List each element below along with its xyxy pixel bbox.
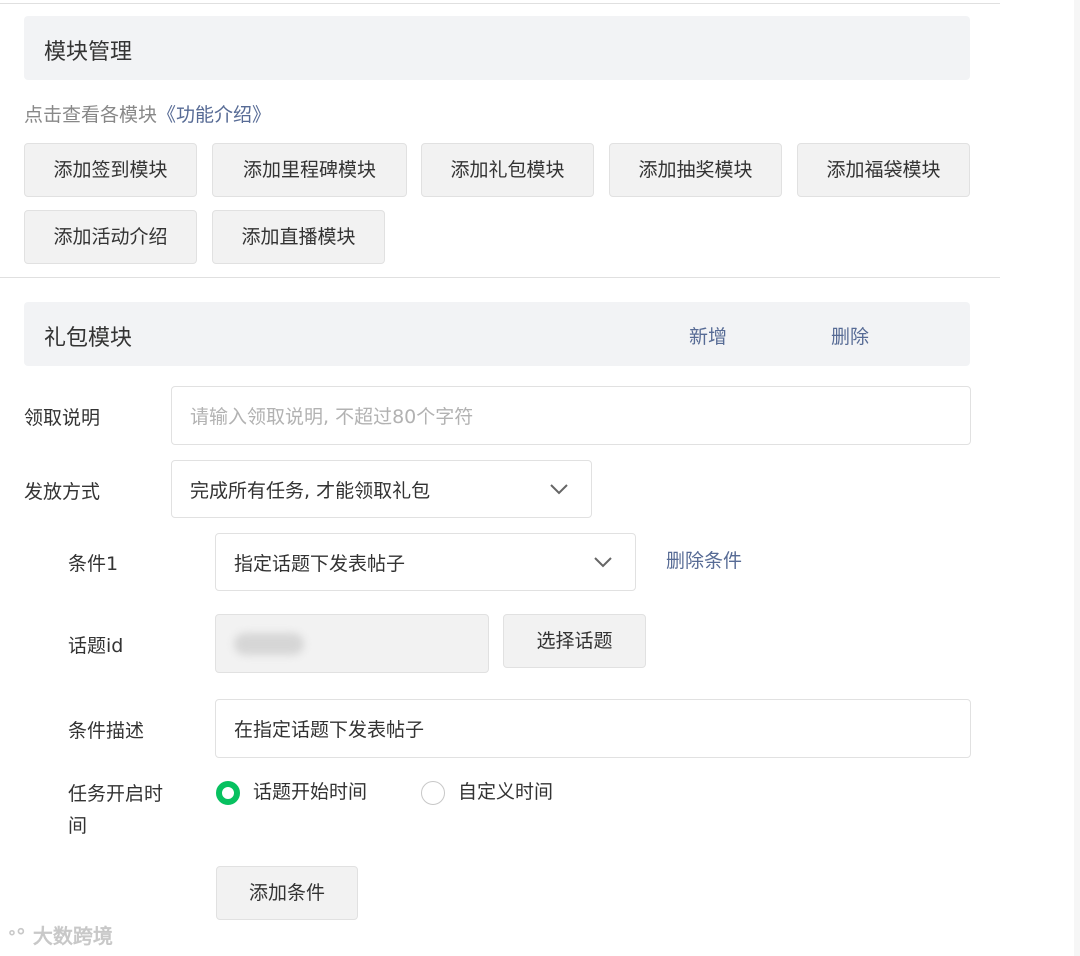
- top-divider: [0, 3, 1000, 4]
- blurred-topic-id: [234, 632, 304, 655]
- add-live-module-button[interactable]: 添加直播模块: [212, 210, 385, 264]
- gift-module-header: 礼包模块 新增 删除: [24, 302, 970, 366]
- add-milestone-module-button[interactable]: 添加里程碑模块: [212, 143, 407, 197]
- distribution-value: 完成所有任务, 才能领取礼包: [190, 479, 431, 502]
- watermark: ᐤ° 大数跨境: [8, 920, 113, 949]
- add-gift-button[interactable]: 新增: [689, 322, 727, 349]
- add-lucky-bag-module-button[interactable]: 添加福袋模块: [797, 143, 970, 197]
- module-management-header: 模块管理: [24, 16, 970, 80]
- module-hint-text: 点击查看各模块: [24, 104, 158, 126]
- condition-desc-value: 在指定话题下发表帖子: [234, 719, 425, 741]
- module-management-title: 模块管理: [44, 40, 133, 65]
- add-lottery-module-button[interactable]: 添加抽奖模块: [609, 143, 782, 197]
- distribution-label: 发放方式: [24, 481, 101, 503]
- claim-desc-placeholder: 请输入领取说明, 不超过80个字符: [190, 406, 474, 428]
- chevron-down-icon: [550, 484, 568, 495]
- topic-id-input: [215, 614, 489, 673]
- custom-time-label[interactable]: 自定义时间: [458, 776, 553, 808]
- watermark-logo-icon: ᐤ°: [8, 924, 26, 948]
- section-divider: [0, 277, 1000, 278]
- topic-start-time-label[interactable]: 话题开始时间: [253, 776, 367, 808]
- chevron-down-icon: [594, 557, 612, 568]
- condition-type-value: 指定话题下发表帖子: [234, 552, 406, 575]
- start-time-label: 任务开启时间: [68, 783, 164, 837]
- delete-condition-link[interactable]: 删除条件: [666, 546, 742, 573]
- condition-desc-input[interactable]: 在指定话题下发表帖子: [215, 699, 971, 758]
- claim-desc-input[interactable]: 请输入领取说明, 不超过80个字符: [171, 386, 971, 445]
- topic-id-label: 话题id: [68, 635, 124, 657]
- gift-module-title: 礼包模块: [44, 326, 133, 351]
- scrollbar-track[interactable]: [1074, 0, 1080, 956]
- add-checkin-module-button[interactable]: 添加签到模块: [24, 143, 197, 197]
- add-activity-intro-button[interactable]: 添加活动介绍: [24, 210, 197, 264]
- add-condition-button[interactable]: 添加条件: [216, 866, 358, 920]
- radio-custom-time[interactable]: [421, 781, 445, 805]
- distribution-select[interactable]: 完成所有任务, 才能领取礼包: [171, 460, 592, 518]
- select-topic-button[interactable]: 选择话题: [503, 614, 646, 668]
- feature-intro-link[interactable]: 《功能介绍》: [157, 104, 271, 126]
- condition-desc-label: 条件描述: [68, 720, 145, 742]
- delete-gift-module-button[interactable]: 删除: [831, 322, 869, 349]
- module-hint: 点击查看各模块《功能介绍》: [24, 100, 271, 127]
- add-gift-module-button[interactable]: 添加礼包模块: [421, 143, 594, 197]
- condition-type-select[interactable]: 指定话题下发表帖子: [215, 533, 636, 591]
- condition-label: 条件1: [68, 553, 119, 575]
- watermark-text: 大数跨境: [32, 924, 113, 948]
- claim-desc-label: 领取说明: [24, 407, 101, 429]
- radio-topic-start-time[interactable]: [216, 781, 240, 805]
